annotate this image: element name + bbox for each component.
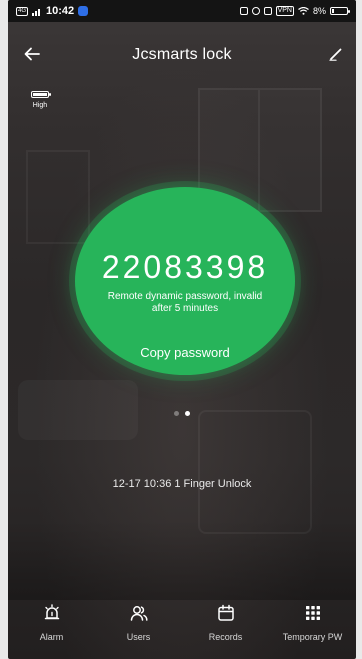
pencil-icon[interactable]	[328, 46, 344, 62]
users-icon	[130, 606, 148, 621]
phone-battery-icon	[330, 7, 350, 15]
status-time: 10:42	[46, 5, 75, 17]
alarm-clock-icon	[251, 7, 260, 15]
password-note-line1: Remote dynamic password, invalid	[107, 291, 263, 302]
signal-badge: 4G	[16, 6, 29, 16]
nfc-icon	[239, 7, 248, 15]
copy-password-button[interactable]: Copy password	[115, 345, 255, 360]
page-indicator	[8, 411, 356, 416]
nav-item-users[interactable]: Users	[95, 595, 182, 659]
nav-label-alarm: Alarm	[39, 632, 64, 642]
lock-battery-icon	[31, 91, 51, 98]
status-bar: 4G 10:42 VPN 8%	[8, 0, 356, 22]
alarm-bell-icon	[44, 604, 59, 620]
dynamic-password-panel: 22083398 Remote dynamic password, invali…	[75, 187, 295, 375]
page-dot	[174, 411, 179, 416]
lock-battery-fill	[33, 93, 47, 96]
app-notification-icon	[78, 6, 89, 16]
background-sofa	[18, 380, 138, 440]
mute-icon	[263, 7, 272, 15]
nav-item-alarm[interactable]: Alarm	[8, 595, 95, 659]
last-unlock-record[interactable]: 12-17 10:36 1 Finger Unlock	[8, 478, 356, 490]
nav-item-records[interactable]: Records	[182, 595, 269, 659]
page-dot	[185, 411, 190, 416]
background-chair	[198, 410, 312, 534]
page-title: Jcsmarts lock	[132, 46, 232, 63]
dynamic-password-digits: 22083398	[101, 249, 269, 285]
cell-signal-icon	[32, 8, 41, 16]
status-left: 4G 10:42	[16, 5, 89, 17]
nav-label-records: Records	[208, 632, 243, 642]
app-screen: 4G 10:42 VPN 8% Jcsmarts lock High 22083…	[8, 0, 356, 659]
password-validity-note: Remote dynamic password, invalid after 5…	[81, 291, 289, 315]
status-right: VPN 8%	[239, 6, 350, 16]
nav-label-users: Users	[126, 632, 151, 642]
vpn-badge: VPN	[275, 6, 294, 16]
calendar-icon	[217, 604, 234, 621]
wifi-icon	[298, 7, 309, 15]
lock-battery-label: High	[32, 102, 48, 109]
nav-item-temporary-pw[interactable]: Temporary PW	[269, 595, 356, 659]
background-floor	[8, 520, 356, 600]
password-note-line2: after 5 minutes	[151, 303, 219, 314]
keypad-grid-icon	[305, 606, 320, 620]
nav-label-temporary-pw: Temporary PW	[282, 632, 343, 642]
header-bar: Jcsmarts lock	[8, 40, 356, 70]
bottom-nav: Alarm Users Records Temporary PW	[8, 595, 356, 659]
lock-battery-indicator: High	[26, 91, 54, 109]
battery-percent: 8%	[312, 6, 326, 16]
